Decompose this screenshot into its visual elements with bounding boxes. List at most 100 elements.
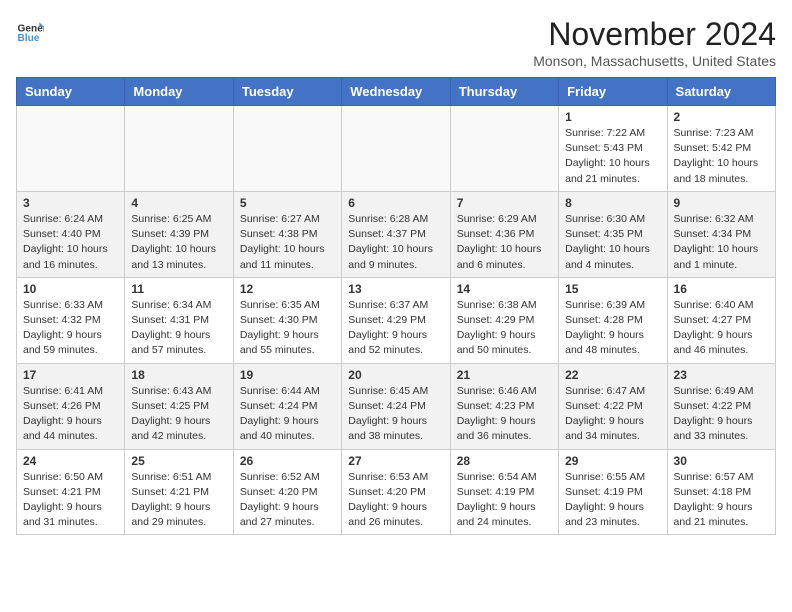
weekday-header-cell: Sunday [17, 78, 125, 106]
day-info: Sunrise: 6:51 AM Sunset: 4:21 PM Dayligh… [131, 470, 226, 531]
month-title: November 2024 [533, 16, 776, 53]
day-info: Sunrise: 6:44 AM Sunset: 4:24 PM Dayligh… [240, 384, 335, 445]
day-number: 10 [23, 282, 118, 296]
calendar-day-cell: 22Sunrise: 6:47 AM Sunset: 4:22 PM Dayli… [559, 363, 667, 449]
day-info: Sunrise: 6:49 AM Sunset: 4:22 PM Dayligh… [674, 384, 769, 445]
day-info: Sunrise: 6:27 AM Sunset: 4:38 PM Dayligh… [240, 212, 335, 273]
calendar-day-cell [233, 106, 341, 192]
weekday-header-cell: Saturday [667, 78, 775, 106]
calendar-day-cell: 8Sunrise: 6:30 AM Sunset: 4:35 PM Daylig… [559, 191, 667, 277]
day-info: Sunrise: 6:43 AM Sunset: 4:25 PM Dayligh… [131, 384, 226, 445]
logo-icon: General Blue [16, 16, 44, 44]
day-number: 3 [23, 196, 118, 210]
calendar-day-cell: 11 Sunrise: 6:34 AM Sunset: 4:31 PM Dayli… [125, 277, 233, 363]
calendar-week-row: 3 Sunrise: 6:24 AM Sunset: 4:40 PM Daylig… [17, 191, 776, 277]
weekday-header-cell: Monday [125, 78, 233, 106]
calendar-day-cell: 6 Sunrise: 6:28 AM Sunset: 4:37 PM Daylig… [342, 191, 450, 277]
calendar-day-cell: 3 Sunrise: 6:24 AM Sunset: 4:40 PM Daylig… [17, 191, 125, 277]
day-number: 1 [565, 110, 660, 124]
day-number: 20 [348, 368, 443, 382]
day-info: Sunrise: 7:22 AM Sunset: 5:43 PM Dayligh… [565, 126, 660, 187]
day-info: Sunrise: 6:41 AM Sunset: 4:26 PM Dayligh… [23, 384, 118, 445]
calendar-day-cell: 29 Sunrise: 6:55 AM Sunset: 4:19 PM Dayli… [559, 449, 667, 535]
calendar-day-cell [450, 106, 558, 192]
day-info: Sunrise: 6:40 AM Sunset: 4:27 PM Dayligh… [674, 298, 769, 359]
day-info: Sunrise: 6:25 AM Sunset: 4:39 PM Dayligh… [131, 212, 226, 273]
calendar-day-cell: 14 Sunrise: 6:38 AM Sunset: 4:29 PM Dayli… [450, 277, 558, 363]
calendar-day-cell [342, 106, 450, 192]
day-number: 13 [348, 282, 443, 296]
calendar-day-cell: 10 Sunrise: 6:33 AM Sunset: 4:32 PM Dayli… [17, 277, 125, 363]
calendar-table: SundayMondayTuesdayWednesdayThursdayFrid… [16, 77, 776, 535]
day-info: Sunrise: 6:29 AM Sunset: 4:36 PM Dayligh… [457, 212, 552, 273]
day-number: 14 [457, 282, 552, 296]
calendar-day-cell: 9Sunrise: 6:32 AM Sunset: 4:34 PM Daylig… [667, 191, 775, 277]
calendar-day-cell: 30Sunrise: 6:57 AM Sunset: 4:18 PM Dayli… [667, 449, 775, 535]
day-info: Sunrise: 7:23 AM Sunset: 5:42 PM Dayligh… [674, 126, 769, 187]
day-info: Sunrise: 6:55 AM Sunset: 4:19 PM Dayligh… [565, 470, 660, 531]
day-number: 23 [674, 368, 769, 382]
calendar-day-cell: 25 Sunrise: 6:51 AM Sunset: 4:21 PM Dayli… [125, 449, 233, 535]
day-info: Sunrise: 6:33 AM Sunset: 4:32 PM Dayligh… [23, 298, 118, 359]
calendar-day-cell: 18 Sunrise: 6:43 AM Sunset: 4:25 PM Dayli… [125, 363, 233, 449]
day-number: 28 [457, 454, 552, 468]
calendar-day-cell: 23 Sunrise: 6:49 AM Sunset: 4:22 PM Dayli… [667, 363, 775, 449]
day-info: Sunrise: 6:57 AM Sunset: 4:18 PM Dayligh… [674, 470, 769, 531]
day-info: Sunrise: 6:30 AM Sunset: 4:35 PM Dayligh… [565, 212, 660, 273]
day-info: Sunrise: 6:53 AM Sunset: 4:20 PM Dayligh… [348, 470, 443, 531]
title-area: November 2024 Monson, Massachusetts, Uni… [533, 16, 776, 69]
weekday-header-row: SundayMondayTuesdayWednesdayThursdayFrid… [17, 78, 776, 106]
calendar-day-cell: 27 Sunrise: 6:53 AM Sunset: 4:20 PM Dayli… [342, 449, 450, 535]
day-number: 5 [240, 196, 335, 210]
day-number: 26 [240, 454, 335, 468]
page-header: General Blue November 2024 Monson, Massa… [16, 16, 776, 69]
day-number: 11 [131, 282, 226, 296]
day-info: Sunrise: 6:28 AM Sunset: 4:37 PM Dayligh… [348, 212, 443, 273]
calendar-day-cell: 12Sunrise: 6:35 AM Sunset: 4:30 PM Dayli… [233, 277, 341, 363]
calendar-day-cell: 26Sunrise: 6:52 AM Sunset: 4:20 PM Dayli… [233, 449, 341, 535]
calendar-day-cell [17, 106, 125, 192]
day-number: 2 [674, 110, 769, 124]
weekday-header-cell: Tuesday [233, 78, 341, 106]
calendar-day-cell: 2 Sunrise: 7:23 AM Sunset: 5:42 PM Daylig… [667, 106, 775, 192]
calendar-day-cell: 15 Sunrise: 6:39 AM Sunset: 4:28 PM Dayli… [559, 277, 667, 363]
calendar-day-cell: 5 Sunrise: 6:27 AM Sunset: 4:38 PM Daylig… [233, 191, 341, 277]
day-info: Sunrise: 6:39 AM Sunset: 4:28 PM Dayligh… [565, 298, 660, 359]
day-number: 16 [674, 282, 769, 296]
day-info: Sunrise: 6:38 AM Sunset: 4:29 PM Dayligh… [457, 298, 552, 359]
calendar-day-cell: 20Sunrise: 6:45 AM Sunset: 4:24 PM Dayli… [342, 363, 450, 449]
day-number: 12 [240, 282, 335, 296]
calendar-day-cell [125, 106, 233, 192]
day-info: Sunrise: 6:37 AM Sunset: 4:29 PM Dayligh… [348, 298, 443, 359]
day-number: 18 [131, 368, 226, 382]
logo: General Blue [16, 16, 44, 44]
day-info: Sunrise: 6:34 AM Sunset: 4:31 PM Dayligh… [131, 298, 226, 359]
day-number: 27 [348, 454, 443, 468]
day-number: 25 [131, 454, 226, 468]
day-info: Sunrise: 6:54 AM Sunset: 4:19 PM Dayligh… [457, 470, 552, 531]
location-title: Monson, Massachusetts, United States [533, 53, 776, 69]
calendar-week-row: 1 Sunrise: 7:22 AM Sunset: 5:43 PM Daylig… [17, 106, 776, 192]
day-number: 29 [565, 454, 660, 468]
day-number: 19 [240, 368, 335, 382]
day-info: Sunrise: 6:24 AM Sunset: 4:40 PM Dayligh… [23, 212, 118, 273]
svg-text:Blue: Blue [18, 33, 40, 44]
day-number: 24 [23, 454, 118, 468]
calendar-day-cell: 24Sunrise: 6:50 AM Sunset: 4:21 PM Dayli… [17, 449, 125, 535]
calendar-week-row: 10 Sunrise: 6:33 AM Sunset: 4:32 PM Dayli… [17, 277, 776, 363]
calendar-day-cell: 13 Sunrise: 6:37 AM Sunset: 4:29 PM Dayli… [342, 277, 450, 363]
calendar-week-row: 17Sunrise: 6:41 AM Sunset: 4:26 PM Dayli… [17, 363, 776, 449]
calendar-day-cell: 7 Sunrise: 6:29 AM Sunset: 4:36 PM Daylig… [450, 191, 558, 277]
day-number: 6 [348, 196, 443, 210]
day-number: 9 [674, 196, 769, 210]
day-number: 22 [565, 368, 660, 382]
day-number: 7 [457, 196, 552, 210]
calendar-day-cell: 4Sunrise: 6:25 AM Sunset: 4:39 PM Daylig… [125, 191, 233, 277]
calendar-day-cell: 17Sunrise: 6:41 AM Sunset: 4:26 PM Dayli… [17, 363, 125, 449]
calendar-day-cell: 1 Sunrise: 7:22 AM Sunset: 5:43 PM Daylig… [559, 106, 667, 192]
calendar-day-cell: 16 Sunrise: 6:40 AM Sunset: 4:27 PM Dayli… [667, 277, 775, 363]
day-number: 15 [565, 282, 660, 296]
calendar-day-cell: 21Sunrise: 6:46 AM Sunset: 4:23 PM Dayli… [450, 363, 558, 449]
calendar-day-cell: 19 Sunrise: 6:44 AM Sunset: 4:24 PM Dayli… [233, 363, 341, 449]
weekday-header-cell: Thursday [450, 78, 558, 106]
